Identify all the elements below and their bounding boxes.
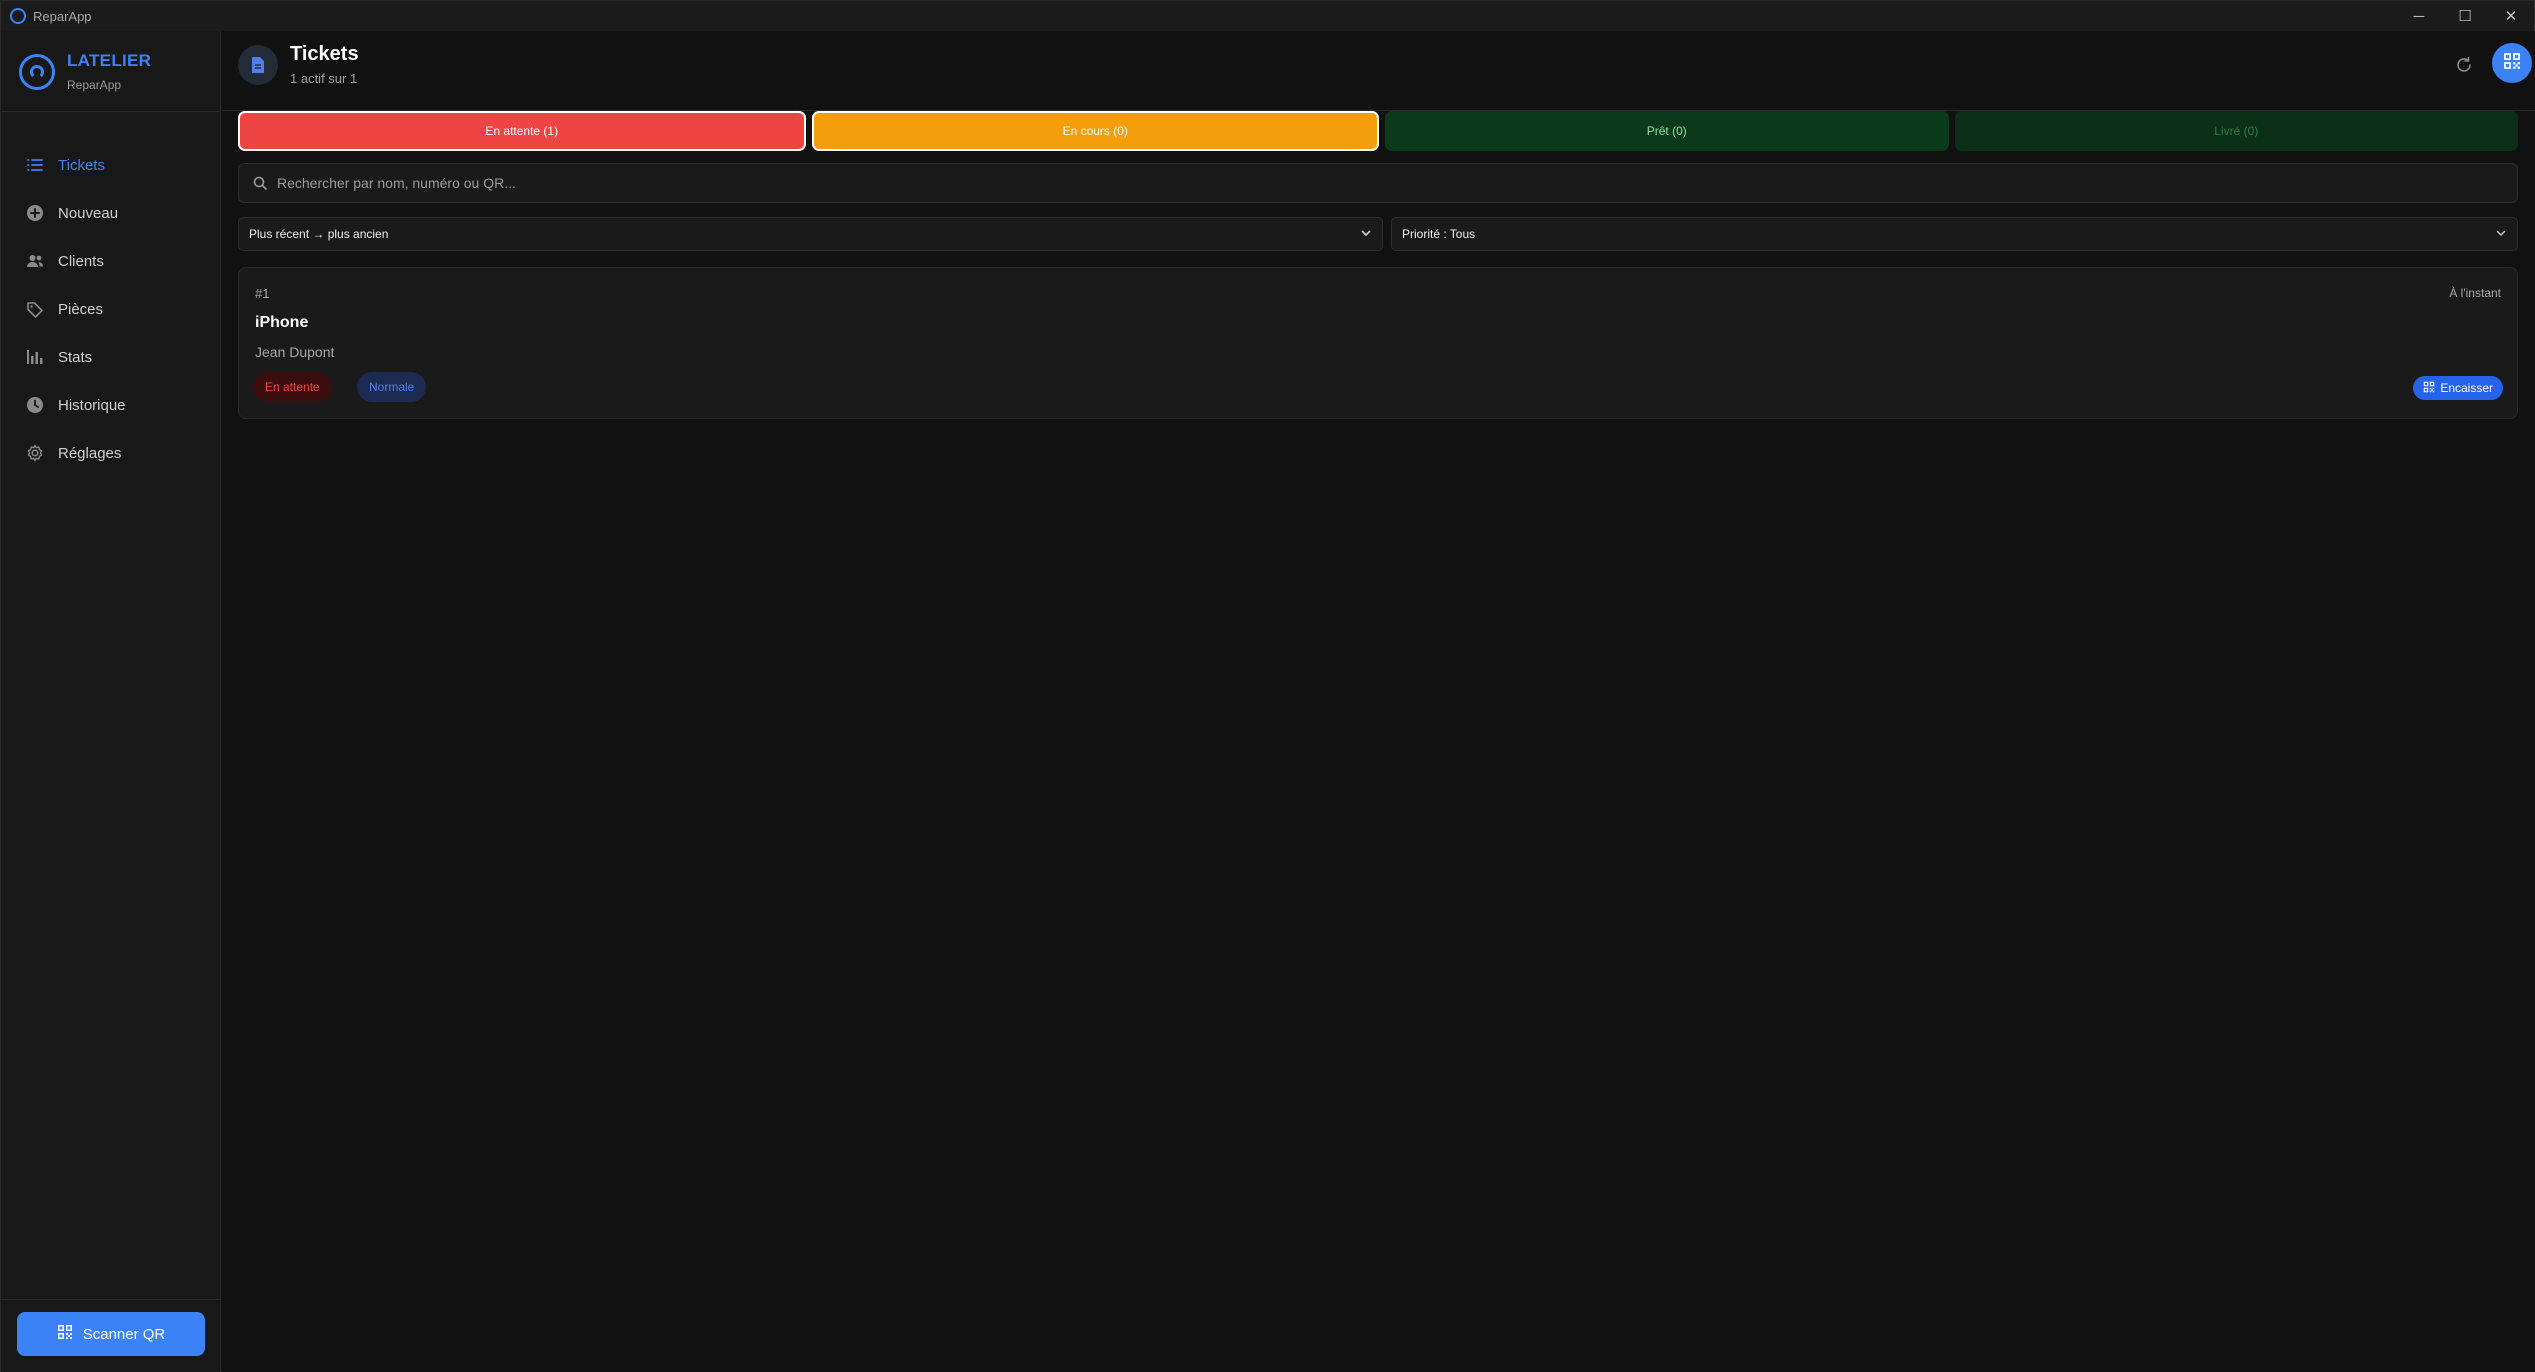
search-bar <box>238 163 2518 203</box>
sidebar-nav: Tickets Nouveau Clients Pièces Stats His… <box>1 141 220 477</box>
window-title: ReparApp <box>33 8 92 24</box>
tab-en-cours[interactable]: En cours (0) <box>811 111 1379 151</box>
status-tabs: En attente (1) En cours (0) Prêt (0) Liv… <box>238 111 2518 151</box>
sidebar-item-label: Tickets <box>58 156 105 174</box>
close-button[interactable]: ✕ <box>2488 1 2534 31</box>
page-header: Tickets 1 actif sur 1 <box>222 31 2535 111</box>
ticket-number: #1 <box>255 286 270 301</box>
sidebar: LATELIER ReparApp Tickets Nouveau Client… <box>1 31 221 1372</box>
sidebar-item-label: Clients <box>58 252 104 270</box>
sidebar-divider <box>1 111 220 112</box>
window-controls: ─ ☐ ✕ <box>2396 1 2534 31</box>
sidebar-item-label: Historique <box>58 396 126 414</box>
priority-select-value: Priorité : Tous <box>1402 227 1476 241</box>
sidebar-item-label: Pièces <box>58 300 104 318</box>
sidebar-item-clients[interactable]: Clients <box>1 237 220 285</box>
list-icon <box>26 156 44 174</box>
main-content: Tickets 1 actif sur 1 En attente (1) En … <box>222 31 2535 1372</box>
search-input[interactable] <box>277 175 2477 191</box>
scan-qr-label: Scanner QR <box>82 1325 166 1343</box>
sidebar-item-historique[interactable]: Historique <box>1 381 220 429</box>
qr-code-icon <box>57 1324 73 1344</box>
minimize-button[interactable]: ─ <box>2396 1 2442 31</box>
app-logo-icon <box>10 8 26 24</box>
brand-title: LATELIER <box>67 51 152 70</box>
encaisser-button[interactable]: Encaisser <box>2413 376 2503 400</box>
sidebar-item-label: Réglages <box>58 444 122 462</box>
sort-select-value: Plus récent → plus ancien <box>249 227 389 241</box>
filter-bar: Plus récent → plus ancien Priorité : Tou… <box>238 217 2518 251</box>
sidebar-item-stats[interactable]: Stats <box>1 333 220 381</box>
maximize-button[interactable]: ☐ <box>2442 1 2488 31</box>
brand-logo-icon <box>19 53 55 90</box>
sidebar-item-tickets[interactable]: Tickets <box>1 141 220 189</box>
app-window: ReparApp ─ ☐ ✕ LATELIER ReparApp Tickets <box>0 0 2535 1372</box>
sidebar-item-label: Nouveau <box>58 204 119 222</box>
users-icon <box>26 252 44 270</box>
qr-code-icon <box>2503 52 2521 75</box>
bar-chart-icon <box>26 348 44 366</box>
page-title: Tickets <box>290 43 359 65</box>
sort-select[interactable]: Plus récent → plus ancien <box>238 217 1383 251</box>
sidebar-item-reglages[interactable]: Réglages <box>1 429 220 477</box>
chevron-down-icon <box>1360 227 1372 242</box>
qr-scan-button[interactable] <box>2492 43 2532 83</box>
tab-pret[interactable]: Prêt (0) <box>1385 111 1949 151</box>
priority-badge: Normale <box>357 372 427 402</box>
sidebar-item-label: Stats <box>58 348 93 366</box>
tag-icon <box>26 300 44 318</box>
brand-subtitle: ReparApp <box>67 78 122 92</box>
encaisser-label: Encaisser <box>2440 381 2493 395</box>
scan-qr-button[interactable]: Scanner QR <box>17 1312 205 1356</box>
sidebar-divider <box>1 1299 220 1300</box>
ticket-client: Jean Dupont <box>255 344 335 360</box>
chevron-down-icon <box>2495 227 2507 242</box>
sidebar-item-pieces[interactable]: Pièces <box>1 285 220 333</box>
tab-livre[interactable]: Livré (0) <box>1954 111 2518 151</box>
priority-select[interactable]: Priorité : Tous <box>1391 217 2518 251</box>
tab-en-attente[interactable]: En attente (1) <box>238 111 806 151</box>
refresh-icon[interactable] <box>2452 53 2476 77</box>
sidebar-item-nouveau[interactable]: Nouveau <box>1 189 220 237</box>
search-icon <box>253 176 267 190</box>
ticket-device: iPhone <box>255 314 309 331</box>
page-subtitle: 1 actif sur 1 <box>290 71 358 86</box>
ticket-card[interactable]: #1 À l'instant iPhone Jean Dupont En att… <box>238 267 2518 419</box>
gear-icon <box>26 444 44 462</box>
plus-circle-icon <box>26 204 44 222</box>
qr-code-icon <box>2423 381 2435 396</box>
ticket-timestamp: À l'instant <box>2449 286 2501 300</box>
document-icon <box>238 45 278 85</box>
brand: LATELIER ReparApp <box>19 51 151 92</box>
title-bar: ReparApp ─ ☐ ✕ <box>1 1 2534 31</box>
clock-icon <box>26 396 44 414</box>
status-badge: En attente <box>253 372 332 402</box>
